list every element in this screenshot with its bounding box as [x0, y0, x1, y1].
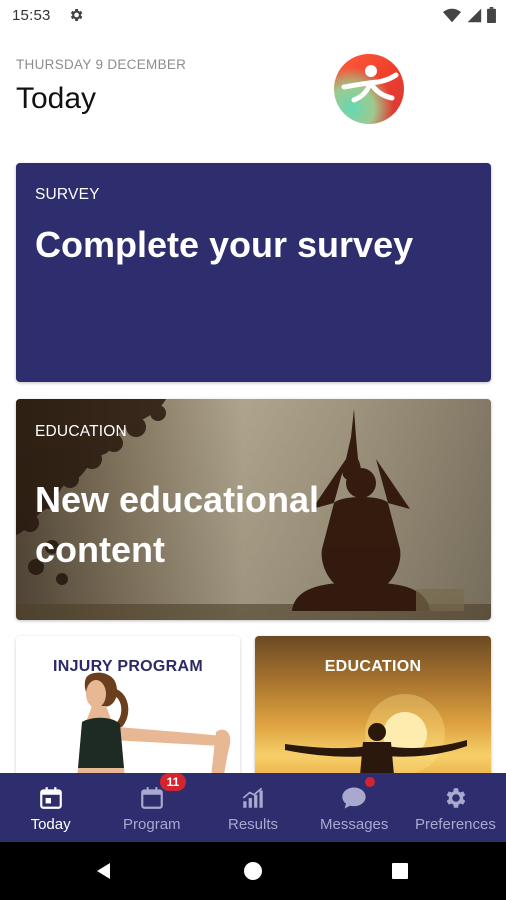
app-logo [334, 54, 404, 124]
battery-icon [487, 7, 496, 23]
status-time: 15:53 [12, 7, 51, 24]
wifi-icon [443, 8, 461, 22]
survey-card[interactable]: SURVEY Complete your survey [16, 163, 491, 382]
nav-label-program: Program [123, 816, 181, 833]
signal-icon [467, 8, 482, 23]
gear-icon [441, 784, 469, 812]
education-small-card[interactable]: EDUCATION [255, 636, 491, 786]
messages-unread-dot [365, 777, 375, 787]
nav-item-messages[interactable]: Messages [304, 773, 405, 842]
nav-item-preferences[interactable]: Preferences [405, 773, 506, 842]
page-title: Today [16, 82, 97, 115]
gear-icon [70, 9, 83, 21]
card-headline-line1: New educational [35, 479, 320, 520]
injury-program-card[interactable]: INJURY PROGRAM [16, 636, 240, 786]
status-bar: 15:53 [0, 0, 506, 32]
program-badge: 11 [160, 773, 186, 791]
back-icon[interactable] [94, 861, 114, 881]
card-headline: Complete your survey [35, 224, 414, 265]
bar-chart-icon [239, 784, 267, 812]
status-icons [443, 7, 496, 23]
nav-label-preferences: Preferences [414, 816, 496, 833]
nav-label-messages: Messages [320, 816, 389, 833]
bottom-nav: Today Program Results Messages Preferenc… [0, 773, 506, 842]
card-kicker: INJURY PROGRAM [53, 658, 203, 675]
date-label: THURSDAY 9 DECEMBER [16, 57, 187, 72]
nav-label-results: Results [227, 816, 279, 833]
card-headline-line2: content [35, 529, 165, 570]
card-kicker: EDUCATION [35, 423, 127, 440]
card-kicker: EDUCATION [324, 658, 422, 675]
nav-label-today: Today [30, 816, 71, 833]
chat-icon [340, 784, 368, 812]
nav-item-program[interactable]: Program [101, 773, 202, 842]
home-icon[interactable] [243, 861, 263, 881]
nav-item-results[interactable]: Results [202, 773, 303, 842]
calendar-today-icon [37, 784, 65, 812]
person-logo-icon [341, 65, 399, 103]
system-nav-bar [0, 842, 506, 900]
education-card[interactable]: EDUCATION New educational content [16, 399, 491, 620]
card-kicker: SURVEY [35, 186, 100, 203]
recents-icon[interactable] [390, 861, 410, 881]
nav-item-today[interactable]: Today [0, 773, 101, 842]
